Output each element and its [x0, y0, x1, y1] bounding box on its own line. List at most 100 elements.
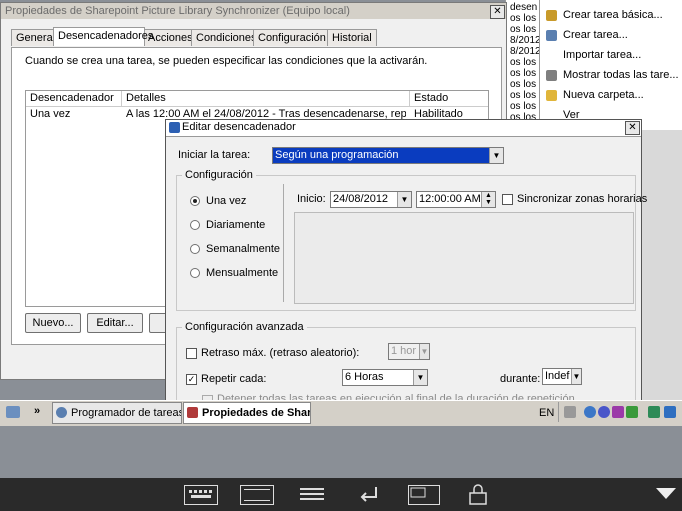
retry-checkbox[interactable] [186, 348, 197, 359]
radio-daily[interactable] [190, 220, 200, 230]
enter-icon[interactable] [358, 485, 380, 503]
window-icon[interactable] [408, 485, 440, 505]
action-item[interactable]: Crear tarea... [540, 28, 678, 44]
repeat-select[interactable]: 6 Horas ▼ [342, 369, 428, 386]
screen-icon[interactable] [240, 485, 274, 505]
taskbar-task-scheduler[interactable]: Programador de tareas [52, 402, 182, 424]
action-item[interactable]: Importar tarea... [540, 48, 678, 64]
screen-glyph [244, 489, 270, 501]
tab-strip: General Desencadenadores Acciones Condic… [11, 27, 501, 47]
spinner-icon: ▲ ▼ [481, 192, 495, 207]
action-item[interactable]: Nueva carpeta... [540, 88, 678, 104]
close-button[interactable]: ✕ [490, 5, 505, 19]
col-divider [409, 91, 410, 106]
background-list-item: 8/2012 [510, 46, 541, 57]
clock-icon [56, 407, 67, 418]
check-icon[interactable] [626, 406, 638, 418]
action-item-label: Mostrar todas las tare... [563, 69, 679, 81]
background-list-item: os los [510, 13, 537, 24]
radio-monthly-label: Mensualmente [206, 267, 279, 279]
dropdown-glyph [656, 488, 676, 499]
taskbar-properties[interactable]: Propiedades de Share... [183, 402, 311, 424]
col-trigger[interactable]: Desencadenador [30, 92, 114, 104]
menu-icon[interactable] [300, 486, 324, 502]
tab-triggers[interactable]: Desencadenadores [53, 27, 153, 46]
during-select[interactable]: Indef ▼ [542, 368, 582, 385]
dialog-close-button[interactable]: ✕ [625, 121, 640, 135]
row-trigger: Una vez [30, 108, 71, 120]
radio-weekly[interactable] [190, 244, 200, 254]
windows-icon[interactable] [648, 406, 660, 418]
col-details[interactable]: Detalles [126, 92, 166, 104]
tab-history[interactable]: Historial [327, 29, 377, 46]
action-item-label: Importar tarea... [563, 49, 642, 61]
sync-timezones-checkbox[interactable] [502, 194, 513, 205]
background-list-item: desen [510, 2, 538, 13]
background-list-item: os los [510, 24, 537, 35]
globe-icon[interactable] [584, 406, 596, 418]
background-list-item: os los [510, 68, 537, 79]
start-date-value: 24/08/2012 [333, 193, 389, 205]
tab-general[interactable]: General [11, 29, 55, 46]
start-task-label: Iniciar la tarea: [178, 149, 251, 161]
dropdown-icon[interactable] [656, 488, 676, 500]
properties-icon [187, 407, 198, 418]
calendar-dropdown-icon: ▼ [397, 192, 411, 207]
background-list-item: os los [510, 90, 537, 101]
tab-settings[interactable]: Configuración [253, 29, 329, 46]
tab-conditions[interactable]: Condiciones [191, 29, 257, 46]
shield-icon[interactable] [664, 406, 676, 418]
window-glyph [410, 487, 426, 498]
repeat-value: 6 Horas [345, 371, 384, 383]
import-icon [546, 50, 557, 61]
advanced-group-label: Configuración avanzada [182, 321, 307, 333]
chevron-down-icon: ▼ [419, 344, 429, 359]
new-trigger-button[interactable]: Nuevo... [25, 313, 81, 333]
retry-value: 1 hor [391, 345, 417, 357]
action-item[interactable]: Crear tarea básica... [540, 8, 678, 24]
dialog-icon [169, 122, 180, 133]
quick-launch-chevron[interactable]: » [34, 405, 40, 417]
edit-trigger-dialog: Editar desencadenador ✕ Iniciar la tarea… [165, 119, 647, 409]
action-item[interactable]: Mostrar todas las tare... [540, 68, 679, 84]
edit-trigger-button[interactable]: Editar... [87, 313, 143, 333]
action-item-label: Crear tarea... [563, 29, 628, 41]
col-status[interactable]: Estado [414, 92, 448, 104]
background-list-item: 8/2012 [510, 35, 541, 46]
start-task-value: Según una programación [275, 149, 399, 161]
action-item-label: Nueva carpeta... [563, 89, 644, 101]
table-header: Desencadenador Detalles Estado [26, 91, 488, 107]
keyboard-glyph [189, 490, 212, 498]
schedule-detail-panel [294, 212, 634, 304]
triggers-description: Cuando se crea una tarea, se pueden espe… [25, 55, 428, 67]
start-task-select[interactable]: Según una programación ▼ [272, 147, 504, 164]
radio-monthly[interactable] [190, 268, 200, 278]
radio-once-label: Una vez [206, 195, 247, 207]
media-icon[interactable] [612, 406, 624, 418]
chevron-down-icon: ▼ [489, 148, 503, 163]
language-indicator[interactable]: EN [539, 407, 554, 419]
during-value: Indef [545, 370, 570, 382]
background-list-item: os los [510, 101, 537, 112]
lock-icon[interactable] [468, 484, 488, 506]
radio-weekly-label: Semanalmente [206, 243, 280, 255]
sync-timezones-label: Sincronizar zonas horarias [517, 193, 648, 205]
properties-titlebar: Propiedades de Sharepoint Picture Librar… [1, 3, 506, 19]
chevron-down-icon: ▼ [413, 370, 427, 385]
radio-once[interactable] [190, 196, 200, 206]
during-label: durante: [500, 373, 541, 385]
actions-panel-gray [640, 130, 682, 400]
folder-icon [546, 90, 557, 101]
repeat-label: Repetir cada: [201, 373, 267, 385]
retry-label: Retraso máx. (retraso aleatorio): [201, 347, 360, 359]
keyboard-icon[interactable] [184, 485, 218, 505]
start-date-picker[interactable]: 24/08/2012 ▼ [330, 191, 412, 208]
quick-launch-icon[interactable] [6, 406, 20, 418]
start-time-spinner[interactable]: 12:00:00 AM ▲ ▼ [416, 191, 496, 208]
start-time-value: 12:00:00 AM [419, 193, 481, 205]
config-divider [283, 184, 284, 302]
flash-icon[interactable] [598, 406, 610, 418]
retry-select[interactable]: 1 hor ▼ [388, 343, 430, 360]
repeat-checkbox[interactable]: ✓ [186, 374, 197, 385]
network-icon[interactable] [564, 406, 576, 418]
